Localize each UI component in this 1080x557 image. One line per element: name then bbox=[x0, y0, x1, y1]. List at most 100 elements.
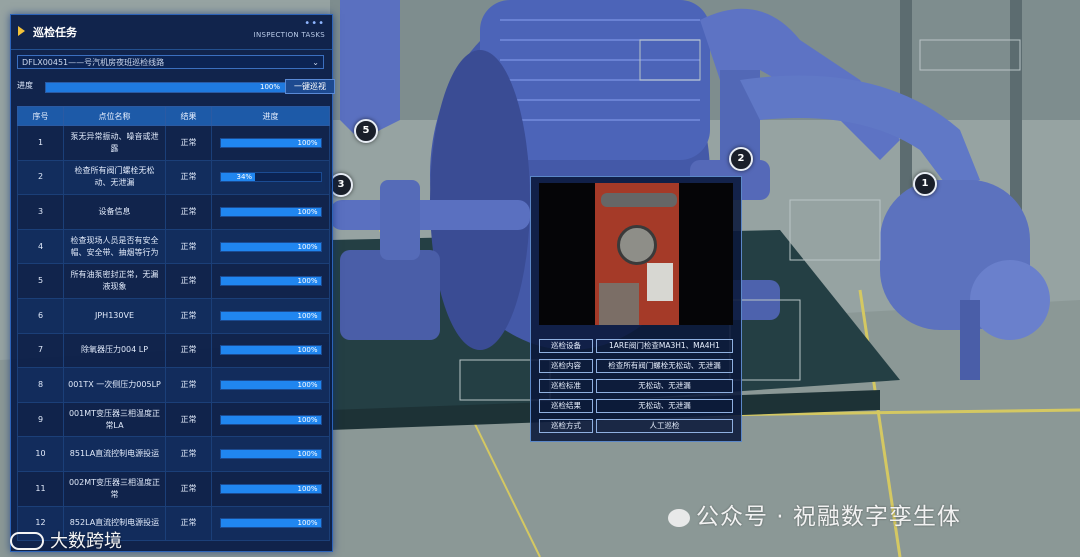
row-progress-bar: 34% bbox=[219, 172, 322, 183]
watermark-brand: 大数跨境 bbox=[10, 527, 122, 553]
row-result: 正常 bbox=[165, 333, 212, 369]
table-row[interactable]: 9 001MT变压器三相温度正常LA 正常 100% bbox=[17, 402, 330, 438]
watermark-wechat: 公众号 · 祝融数字孪生体 bbox=[668, 497, 961, 531]
col-header-no[interactable]: 序号 bbox=[17, 106, 64, 126]
one-click-patrol-button[interactable]: 一键巡视 bbox=[285, 79, 335, 94]
video-frame-base bbox=[599, 283, 639, 325]
row-progress-text: 100% bbox=[297, 519, 318, 528]
table-row[interactable]: 10 851LA直流控制电源投运 正常 100% bbox=[17, 436, 330, 472]
route-select[interactable]: DFLX00451——号汽机房夜班巡检线路 ⌄ bbox=[17, 55, 324, 69]
detail-value: 人工巡检 bbox=[596, 419, 733, 433]
overall-progress: 进度 100% 一键巡视 bbox=[17, 79, 335, 94]
watermark-left-text: 大数跨境 bbox=[50, 531, 122, 552]
row-no: 5 bbox=[17, 263, 64, 299]
col-header-result[interactable]: 结果 bbox=[165, 106, 212, 126]
detail-row-device: 巡检设备 1ARE阀门检查MA3H1、MA4H1 bbox=[539, 339, 733, 353]
table-row[interactable]: 4 检查现场人员是否有安全帽、安全带、抽烟等行为 正常 100% bbox=[17, 229, 330, 265]
row-progress: 100% bbox=[211, 125, 330, 161]
scene-marker-5[interactable]: 5 bbox=[354, 119, 378, 143]
row-progress-text: 100% bbox=[297, 277, 318, 286]
row-progress: 100% bbox=[211, 436, 330, 472]
row-progress-text: 100% bbox=[297, 207, 318, 216]
row-progress-text: 100% bbox=[297, 380, 318, 389]
row-progress: 100% bbox=[211, 333, 330, 369]
row-result: 正常 bbox=[165, 229, 212, 265]
row-no: 6 bbox=[17, 298, 64, 334]
row-name: 除氧器压力004 LP bbox=[63, 333, 166, 369]
row-progress: 100% bbox=[211, 506, 330, 542]
row-no: 9 bbox=[17, 402, 64, 438]
row-progress-bar: 100% bbox=[219, 310, 322, 321]
table-row[interactable]: 3 设备信息 正常 100% bbox=[17, 194, 330, 230]
camera-video-feed[interactable] bbox=[539, 183, 733, 325]
row-result: 正常 bbox=[165, 402, 212, 438]
overall-progress-text: 100% bbox=[259, 83, 280, 91]
table-row[interactable]: 11 002MT变压器三相温度正常 正常 100% bbox=[17, 471, 330, 507]
video-frame-box bbox=[647, 263, 673, 301]
panel-subtitle: INSPECTION TASKS bbox=[253, 31, 325, 39]
row-result: 正常 bbox=[165, 471, 212, 507]
row-no: 10 bbox=[17, 436, 64, 472]
more-dots-icon[interactable]: ••• bbox=[304, 19, 325, 29]
row-progress-text: 100% bbox=[297, 415, 318, 424]
detail-row-standard: 巡检标准 无松动、无泄漏 bbox=[539, 379, 733, 393]
row-name: 851LA直流控制电源投运 bbox=[63, 436, 166, 472]
caret-right-icon bbox=[18, 26, 25, 36]
detail-row-result: 巡检结果 无松动、无泄漏 bbox=[539, 399, 733, 413]
row-name: 001MT变压器三相温度正常LA bbox=[63, 402, 166, 438]
row-progress-bar: 100% bbox=[219, 449, 322, 460]
scene-marker-1[interactable]: 1 bbox=[913, 172, 937, 196]
row-progress-text: 100% bbox=[297, 242, 318, 251]
row-progress: 34% bbox=[211, 160, 330, 196]
row-name: 002MT变压器三相温度正常 bbox=[63, 471, 166, 507]
row-progress: 100% bbox=[211, 298, 330, 334]
row-result: 正常 bbox=[165, 298, 212, 334]
row-progress-text: 100% bbox=[297, 484, 318, 493]
row-progress: 100% bbox=[211, 402, 330, 438]
table-row[interactable]: 2 检查所有阀门螺栓无松动、无泄漏 正常 34% bbox=[17, 160, 330, 196]
row-progress-text: 100% bbox=[297, 311, 318, 320]
detail-value: 无松动、无泄漏 bbox=[596, 379, 733, 393]
row-result: 正常 bbox=[165, 367, 212, 403]
row-progress-bar: 100% bbox=[219, 518, 322, 529]
row-progress-bar: 100% bbox=[219, 414, 322, 425]
table-row[interactable]: 6 JPH130VE 正常 100% bbox=[17, 298, 330, 334]
row-progress-bar: 100% bbox=[219, 345, 322, 356]
row-result: 正常 bbox=[165, 125, 212, 161]
row-progress-bar: 100% bbox=[219, 206, 322, 217]
row-progress-text: 100% bbox=[297, 346, 318, 355]
scene-marker-2[interactable]: 2 bbox=[729, 147, 753, 171]
inspection-task-panel: 巡检任务 ••• INSPECTION TASKS DFLX00451——号汽机… bbox=[10, 14, 335, 552]
row-name: 所有油泵密封正常，无漏液现象 bbox=[63, 263, 166, 299]
video-frame-pipe bbox=[601, 193, 677, 207]
row-result: 正常 bbox=[165, 194, 212, 230]
row-name: 设备信息 bbox=[63, 194, 166, 230]
detail-row-method: 巡检方式 人工巡检 bbox=[539, 419, 733, 433]
table-row[interactable]: 1 泵无异常振动、噪音或泄露 正常 100% bbox=[17, 125, 330, 161]
row-progress-text: 34% bbox=[236, 173, 253, 182]
row-result: 正常 bbox=[165, 160, 212, 196]
table-row[interactable]: 8 001TX 一次侧压力005LP 正常 100% bbox=[17, 367, 330, 403]
row-no: 7 bbox=[17, 333, 64, 369]
detail-value: 无松动、无泄漏 bbox=[596, 399, 733, 413]
row-progress-bar: 100% bbox=[219, 379, 322, 390]
col-header-name[interactable]: 点位名称 bbox=[63, 106, 166, 126]
col-header-progress[interactable]: 进度 bbox=[211, 106, 330, 126]
table-row[interactable]: 5 所有油泵密封正常，无漏液现象 正常 100% bbox=[17, 263, 330, 299]
chevron-down-icon: ⌄ bbox=[312, 58, 319, 67]
row-progress: 100% bbox=[211, 471, 330, 507]
row-name: 检查所有阀门螺栓无松动、无泄漏 bbox=[63, 160, 166, 196]
row-result: 正常 bbox=[165, 436, 212, 472]
row-no: 2 bbox=[17, 160, 64, 196]
detail-label: 巡检结果 bbox=[539, 399, 593, 413]
row-name: 检查现场人员是否有安全帽、安全带、抽烟等行为 bbox=[63, 229, 166, 265]
task-table: 序号 点位名称 结果 进度 1 泵无异常振动、噪音或泄露 正常 100% 2 检… bbox=[17, 106, 330, 542]
row-no: 8 bbox=[17, 367, 64, 403]
row-progress: 100% bbox=[211, 229, 330, 265]
detail-label: 巡检方式 bbox=[539, 419, 593, 433]
detail-value: 1ARE阀门检查MA3H1、MA4H1 bbox=[596, 339, 733, 353]
row-progress: 100% bbox=[211, 367, 330, 403]
table-row[interactable]: 7 除氧器压力004 LP 正常 100% bbox=[17, 333, 330, 369]
row-progress: 100% bbox=[211, 194, 330, 230]
panel-header: 巡检任务 ••• INSPECTION TASKS bbox=[11, 15, 332, 50]
